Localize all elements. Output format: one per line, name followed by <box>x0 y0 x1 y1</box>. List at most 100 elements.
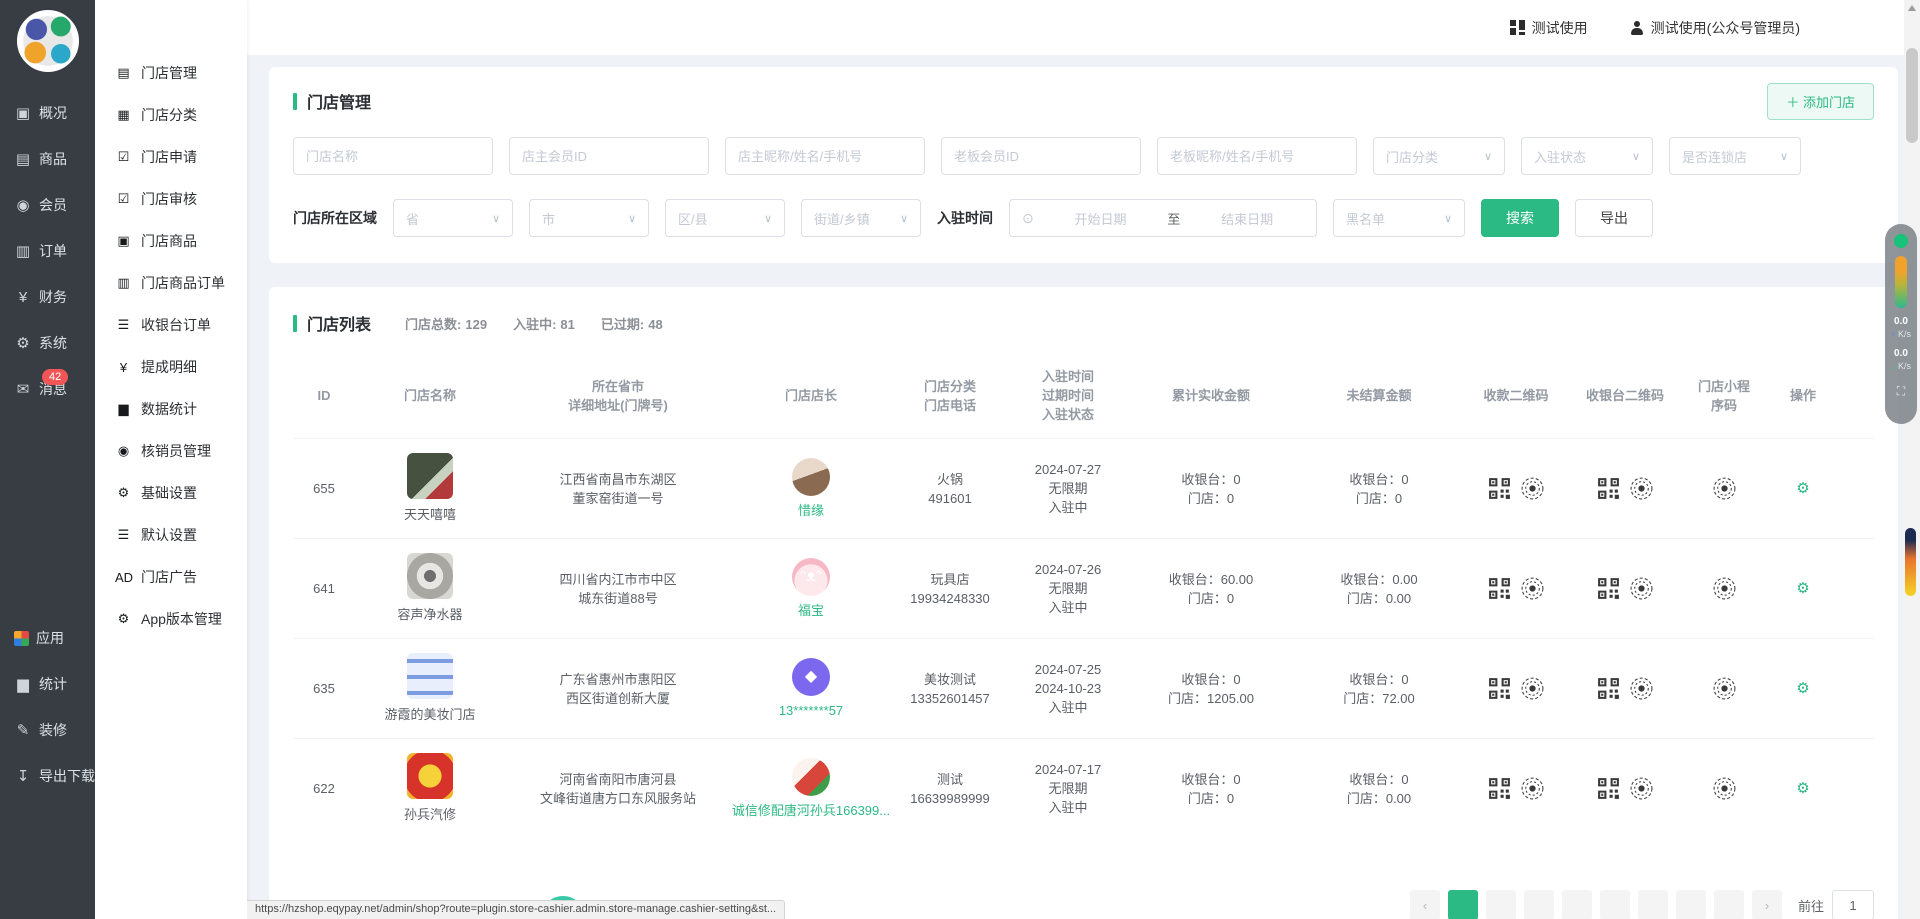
owner-nickname-field[interactable] <box>725 137 925 175</box>
scrollbar-thumb[interactable] <box>1906 48 1918 143</box>
blacklist-select[interactable]: 黑名单∨ <box>1333 199 1465 237</box>
search-button[interactable]: 搜索 <box>1481 199 1559 237</box>
sidebar-item[interactable]: ▤ 商品 <box>0 136 95 182</box>
submenu-item[interactable]: ☑ 门店申请 <box>95 136 247 178</box>
street-select[interactable]: 街道/乡镇∨ <box>801 199 921 237</box>
owner-nickname-input[interactable] <box>738 149 912 164</box>
round-code-icon[interactable] <box>1712 576 1737 601</box>
round-code-icon[interactable] <box>1712 776 1737 801</box>
sidebar-item[interactable]: ✎ 装修 <box>0 707 95 753</box>
page-number-button[interactable] <box>1524 890 1554 919</box>
submenu-item[interactable]: ▦ 门店分类 <box>95 94 247 136</box>
keeper-avatar[interactable]: ◆ <box>792 658 830 696</box>
next-page-button[interactable]: › <box>1752 890 1782 919</box>
round-code-icon[interactable] <box>1712 476 1737 501</box>
owner-member-id-field[interactable] <box>509 137 709 175</box>
round-code-icon[interactable] <box>1629 676 1654 701</box>
keeper-avatar[interactable] <box>792 758 830 796</box>
keeper-name[interactable]: 13*******57 <box>779 701 843 720</box>
qr-code-icon[interactable] <box>1596 776 1621 801</box>
qr-code-icon[interactable] <box>1596 576 1621 601</box>
round-code-icon[interactable] <box>1712 676 1737 701</box>
qr-code-icon[interactable] <box>1487 776 1512 801</box>
district-select[interactable]: 区/县∨ <box>665 199 785 237</box>
sidebar-item[interactable]: ▆ 统计 <box>0 661 95 707</box>
boss-member-id-field[interactable] <box>941 137 1141 175</box>
scroll-up-arrow-icon[interactable] <box>1908 5 1916 11</box>
province-select[interactable]: 省∨ <box>393 199 513 237</box>
join-status-select[interactable]: 入驻状态∨ <box>1521 137 1653 175</box>
submenu-item[interactable]: ⚙ App版本管理 <box>95 598 247 640</box>
sidebar-item[interactable]: ▦ 应用 <box>0 615 95 661</box>
store-logo[interactable] <box>407 553 453 599</box>
network-speed-widget[interactable]: 0.0 K/s 0.0 K/s ⛶ <box>1885 224 1917 424</box>
submenu-item[interactable]: ▆ 数据统计 <box>95 388 247 430</box>
submenu-item[interactable]: ⚙ 基础设置 <box>95 472 247 514</box>
page-number-button[interactable] <box>1676 890 1706 919</box>
round-code-icon[interactable] <box>1520 476 1545 501</box>
boss-member-id-input[interactable] <box>954 149 1128 164</box>
round-code-icon[interactable] <box>1629 776 1654 801</box>
boss-nickname-input[interactable] <box>1170 149 1344 164</box>
row-settings-gear-icon[interactable]: ⚙ <box>1796 680 1809 697</box>
store-name-field[interactable] <box>293 137 493 175</box>
page-number-button[interactable] <box>1486 890 1516 919</box>
prev-page-button[interactable]: ‹ <box>1410 890 1440 919</box>
row-settings-gear-icon[interactable]: ⚙ <box>1796 780 1809 797</box>
submenu-item[interactable]: ☰ 默认设置 <box>95 514 247 556</box>
workspace-switcher[interactable]: 测试使用 <box>1510 18 1588 38</box>
store-logo[interactable] <box>407 453 453 499</box>
sidebar-item[interactable]: ◉ 会员 <box>0 182 95 228</box>
sidebar-item[interactable]: ¥ 财务 <box>0 274 95 320</box>
qr-code-icon[interactable] <box>1487 576 1512 601</box>
submenu-item[interactable]: ¥ 提成明细 <box>95 346 247 388</box>
keeper-name[interactable]: 惜缘 <box>798 501 824 520</box>
round-code-icon[interactable] <box>1520 776 1545 801</box>
app-logo[interactable] <box>17 10 79 72</box>
round-code-icon[interactable] <box>1629 476 1654 501</box>
qr-code-icon[interactable] <box>1487 476 1512 501</box>
keeper-name[interactable]: 福宝 <box>798 601 824 620</box>
sidebar-item[interactable]: ↧ 导出下载 <box>0 753 95 799</box>
store-logo[interactable] <box>407 653 453 699</box>
submenu-item[interactable]: ☰ 收银台订单 <box>95 304 247 346</box>
store-logo[interactable] <box>407 753 453 799</box>
submenu-item[interactable]: ▤ 门店管理 <box>95 52 247 94</box>
page-number-button[interactable] <box>1638 890 1668 919</box>
page-scrollbar[interactable] <box>1904 0 1920 919</box>
sidebar-item[interactable]: ✉ 消息 42 <box>0 366 95 412</box>
add-store-button[interactable]: ＋ 添加门店 <box>1767 83 1874 120</box>
store-name-input[interactable] <box>306 149 480 164</box>
submenu-item[interactable]: ◉ 核销员管理 <box>95 430 247 472</box>
date-range-picker[interactable]: ⊙ 开始日期 至 结束日期 <box>1009 199 1317 237</box>
round-code-icon[interactable] <box>1520 676 1545 701</box>
round-code-icon[interactable] <box>1629 576 1654 601</box>
row-settings-gear-icon[interactable]: ⚙ <box>1796 580 1809 597</box>
sidebar-item[interactable]: ⚙ 系统 <box>0 320 95 366</box>
page-number-button[interactable] <box>1562 890 1592 919</box>
export-button[interactable]: 导出 <box>1575 199 1653 237</box>
page-number-button[interactable] <box>1600 890 1630 919</box>
submenu-item[interactable]: AD 门店广告 <box>95 556 247 598</box>
page-number-button[interactable] <box>1448 890 1478 919</box>
keeper-avatar[interactable]: ᵔᴥᵔ <box>792 558 830 596</box>
submenu-item[interactable]: ▥ 门店商品订单 <box>95 262 247 304</box>
screenshot-camera-icon[interactable]: ⛶ <box>1897 384 1905 399</box>
submenu-item[interactable]: ☑ 门店审核 <box>95 178 247 220</box>
boss-nickname-field[interactable] <box>1157 137 1357 175</box>
store-category-select[interactable]: 门店分类∨ <box>1373 137 1505 175</box>
keeper-name[interactable]: 诚信修配唐河孙兵166399... <box>732 801 890 820</box>
row-settings-gear-icon[interactable]: ⚙ <box>1796 480 1809 497</box>
keeper-avatar[interactable] <box>792 458 830 496</box>
owner-member-id-input[interactable] <box>522 149 696 164</box>
goto-page-input[interactable] <box>1832 890 1874 919</box>
sidebar-item[interactable]: ▥ 订单 <box>0 228 95 274</box>
round-code-icon[interactable] <box>1520 576 1545 601</box>
qr-code-icon[interactable] <box>1596 676 1621 701</box>
chain-store-select[interactable]: 是否连锁店∨ <box>1669 137 1801 175</box>
city-select[interactable]: 市∨ <box>529 199 649 237</box>
submenu-item[interactable]: ▣ 门店商品 <box>95 220 247 262</box>
qr-code-icon[interactable] <box>1487 676 1512 701</box>
sidebar-item[interactable]: ▣ 概况 <box>0 90 95 136</box>
page-number-button[interactable] <box>1714 890 1744 919</box>
